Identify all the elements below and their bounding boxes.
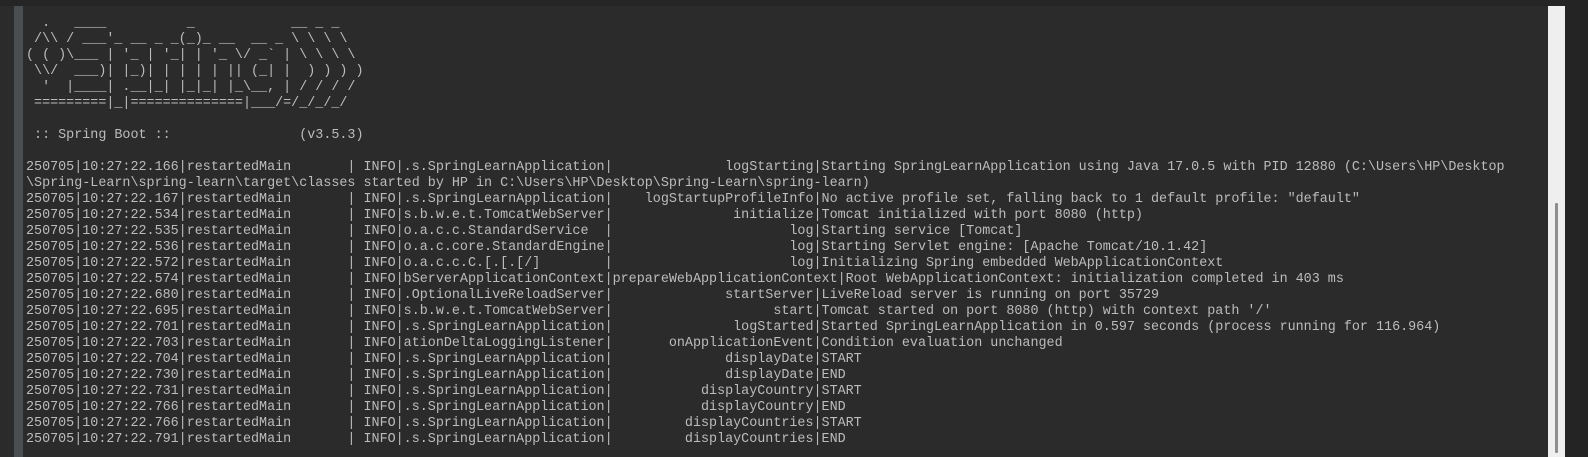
log-line: 250705|10:27:22.791|restartedMain | INFO…: [26, 432, 846, 447]
log-line: 250705|10:27:22.680|restartedMain | INFO…: [26, 288, 1160, 303]
spring-boot-version: :: Spring Boot :: (v3.5.3): [26, 128, 364, 143]
log-line: 250705|10:27:22.572|restartedMain | INFO…: [26, 256, 1224, 271]
banner-line: /\\ / ___'_ __ _ _(_)_ __ __ _ \ \ \ \: [26, 32, 348, 47]
log-line: 250705|10:27:22.167|restartedMain | INFO…: [26, 192, 1360, 207]
scrollbar-thumb[interactable]: [1555, 203, 1558, 453]
banner-line: . ____ _ __ _ _: [26, 16, 340, 31]
banner-line: ( ( )\___ | '_ | '_| | '_ \/ _` | \ \ \ …: [26, 48, 356, 63]
console-gutter: [14, 6, 23, 457]
banner-line: ' |____| .__|_| |_|_| |_\__, | / / / /: [26, 80, 356, 95]
left-edge: [0, 6, 14, 457]
log-line: 250705|10:27:22.695|restartedMain | INFO…: [26, 304, 1272, 319]
log-line: 250705|10:27:22.701|restartedMain | INFO…: [26, 320, 1441, 335]
log-line: 250705|10:27:22.766|restartedMain | INFO…: [26, 400, 846, 415]
log-line: 250705|10:27:22.534|restartedMain | INFO…: [26, 208, 1143, 223]
log-line: 250705|10:27:22.766|restartedMain | INFO…: [26, 416, 862, 431]
log-line: 250705|10:27:22.536|restartedMain | INFO…: [26, 240, 1208, 255]
log-line: \Spring-Learn\spring-learn\target\classe…: [26, 176, 870, 191]
right-panel-edge: [1565, 0, 1588, 457]
vertical-scrollbar[interactable]: [1548, 6, 1565, 457]
log-line: 250705|10:27:22.574|restartedMain | INFO…: [26, 272, 1344, 287]
spring-banner: . ____ _ __ _ _ /\\ / ___'_ __ _ _(_)_ _…: [26, 16, 1546, 112]
log-line: 250705|10:27:22.730|restartedMain | INFO…: [26, 368, 846, 383]
banner-line: =========|_|==============|___/=/_/_/_/: [26, 96, 348, 111]
console-output[interactable]: . ____ _ __ _ _ /\\ / ___'_ __ _ _(_)_ _…: [26, 16, 1546, 457]
log-line: 250705|10:27:22.731|restartedMain | INFO…: [26, 384, 862, 399]
log-line: 250705|10:27:22.166|restartedMain | INFO…: [26, 160, 1505, 175]
log-line: 250705|10:27:22.704|restartedMain | INFO…: [26, 352, 862, 367]
banner-line: \\/ ___)| |_)| | | | | || (_| | ) ) ) ): [26, 64, 364, 79]
log-lines: 250705|10:27:22.166|restartedMain | INFO…: [26, 160, 1546, 448]
top-border: [0, 0, 1588, 6]
log-line: 250705|10:27:22.535|restartedMain | INFO…: [26, 224, 1023, 239]
log-line: 250705|10:27:22.703|restartedMain | INFO…: [26, 336, 1063, 351]
